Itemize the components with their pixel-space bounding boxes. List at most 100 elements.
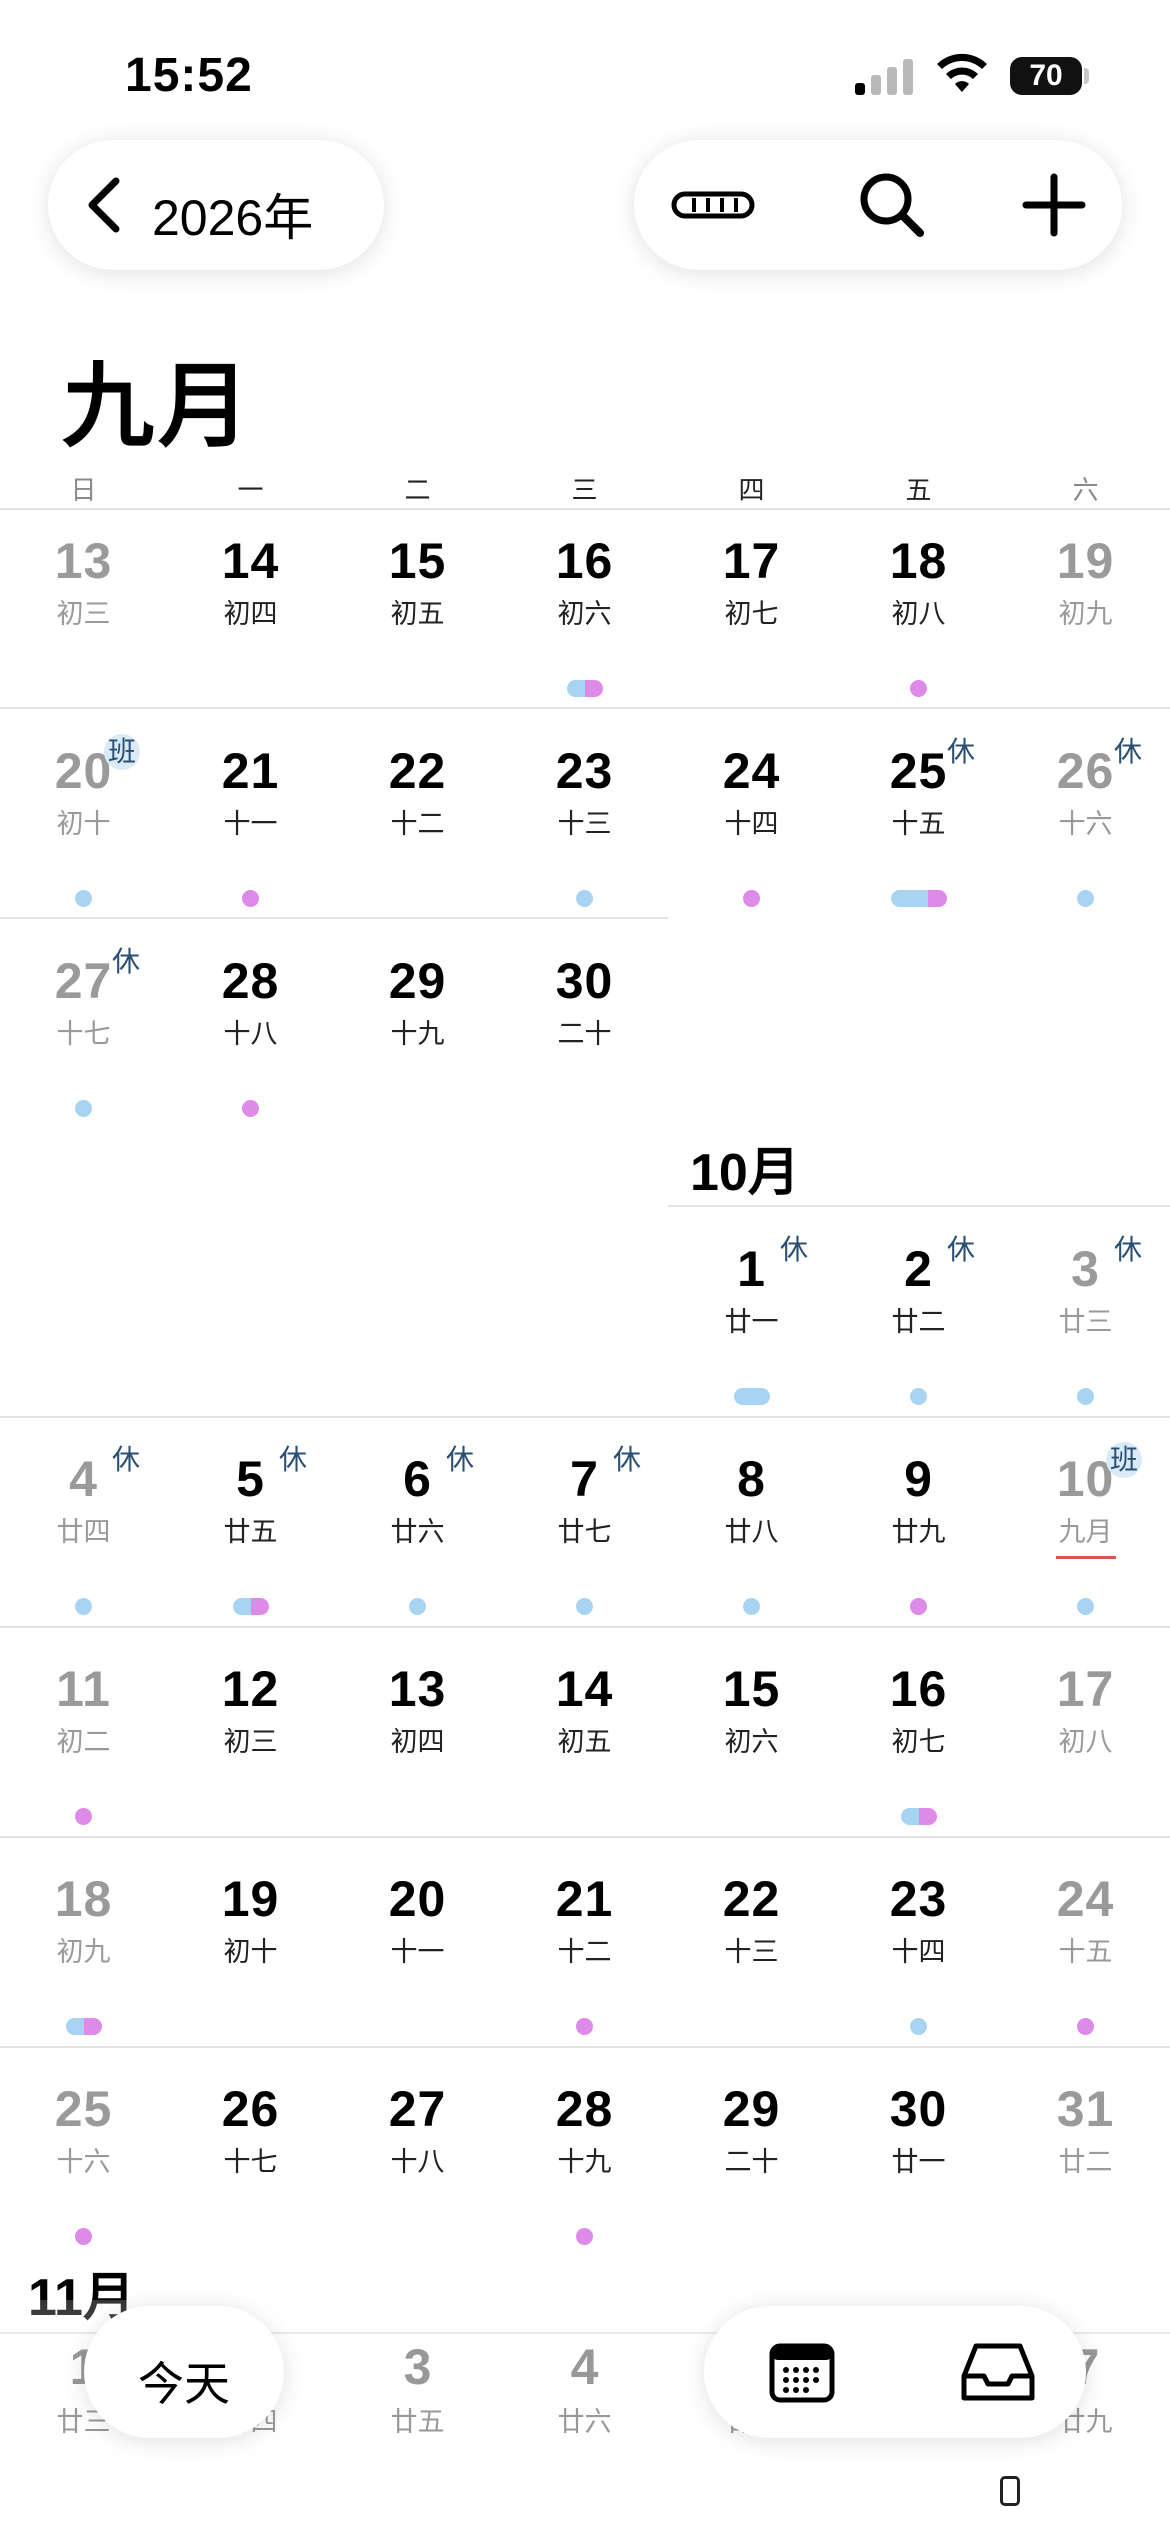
day-cell[interactable]: 23 十三 [501,720,668,930]
day-cell[interactable]: 25 十六 [0,2058,167,2268]
day-cell[interactable]: 21 十一 [167,720,334,930]
day-cell[interactable]: 15 初六 [668,1638,835,1848]
event-dot [576,2228,593,2245]
day-cell[interactable]: 2 廿二休 [835,1218,1002,1428]
day-cell[interactable]: 3 廿三休 [1002,1218,1169,1428]
day-cell[interactable]: 31 廿二 [1002,2058,1169,2268]
lunar-date: 廿五 [390,2407,445,2437]
day-cell[interactable]: 28 十九 [501,2058,668,2268]
search-icon[interactable] [852,165,932,245]
day-cell[interactable]: 7 廿七休 [501,1428,668,1638]
day-cell[interactable]: 15 初五 [334,510,501,720]
day-cell[interactable]: 27 十七休 [0,930,167,1140]
event-dot [75,1808,92,1825]
day-number: 29 [388,953,447,1009]
day-cell[interactable]: 6 廿六休 [334,1428,501,1638]
day-cell[interactable]: 1 廿一休 [668,1218,835,1428]
day-number: 22 [722,1871,781,1927]
weekday-thu: 四 [738,475,765,505]
day-cell[interactable]: 29 二十 [668,2058,835,2268]
day-number: 12 [221,1661,280,1717]
day-number: 14 [221,533,280,589]
holiday-badge: 休 [445,1444,474,1475]
day-number: 27 [388,2081,447,2137]
day-cell[interactable]: 19 初十 [167,1848,334,2058]
lunar-date: 初十 [223,1937,278,1967]
day-cell[interactable]: 8 廿八 [668,1428,835,1638]
event-dot [743,890,760,907]
event-dot [910,1388,927,1405]
day-cell[interactable]: 23 十四 [835,1848,1002,2058]
inbox-icon[interactable] [958,2336,1038,2408]
day-cell[interactable]: 5 廿五休 [167,1428,334,1638]
day-cell[interactable]: 21 十二 [501,1848,668,2058]
event-dot [1077,1598,1094,1615]
add-icon[interactable] [1014,165,1094,245]
day-cell[interactable]: 24 十四 [668,720,835,930]
day-cell[interactable]: 26 十六休 [1002,720,1169,930]
day-cell[interactable]: 20 十一 [334,1848,501,2058]
event-dot [75,1100,92,1117]
day-number: 21 [221,743,280,799]
today-underline [1056,1556,1116,1559]
event-dot [75,2228,92,2245]
day-cell[interactable]: 18 初九 [0,1848,167,2058]
battery-icon: 70 [1010,57,1082,95]
day-number: 8 [737,1451,766,1507]
day-number: 29 [722,2081,781,2137]
view-toggle-icon[interactable] [668,165,758,245]
november-day-cell: 3 廿五 [334,2338,501,2439]
today-button[interactable]: 今天 [84,2306,284,2438]
lunar-date: 廿四 [56,1517,111,1547]
day-cell[interactable]: 14 初四 [167,510,334,720]
day-cell[interactable]: 24 十五 [1002,1848,1169,2058]
lunar-date: 初四 [390,1727,445,1757]
day-cell[interactable]: 27 十八 [334,2058,501,2268]
day-cell[interactable]: 28 十八 [167,930,334,1140]
event-dot [65,2018,102,2035]
day-cell[interactable]: 13 初三 [0,510,167,720]
day-cell[interactable]: 30 廿一 [835,2058,1002,2268]
day-cell[interactable]: 17 初八 [1002,1638,1169,1848]
lunar-date: 初八 [891,599,946,629]
event-dot [242,1100,259,1117]
day-cell[interactable]: 9 廿九 [835,1428,1002,1638]
day-cell[interactable]: 10 九月 班 [1002,1428,1169,1638]
day-cell[interactable]: 22 十三 [668,1848,835,2058]
month-title: 九月 [62,353,255,460]
event-dot [910,2018,927,2035]
day-cell[interactable]: 11 初二 [0,1638,167,1848]
day-number: 10 [1056,1451,1115,1507]
lunar-date: 廿九 [891,1517,946,1547]
day-cell[interactable]: 25 十五休 [835,720,1002,930]
event-dot [242,890,259,907]
day-cell[interactable]: 22 十二 [334,720,501,930]
day-cell[interactable]: 17 初七 [668,510,835,720]
lunar-date: 初五 [557,1727,612,1757]
event-dot [743,1598,760,1615]
year-back-button[interactable]: 2026年 [48,140,384,270]
event-dot [910,1598,927,1615]
day-number: 9 [904,1451,933,1507]
day-cell[interactable]: 18 初八 [835,510,1002,720]
day-number: 28 [221,953,280,1009]
event-dot [576,1598,593,1615]
day-cell[interactable]: 14 初五 [501,1638,668,1848]
day-cell[interactable]: 12 初三 [167,1638,334,1848]
day-cell[interactable]: 29 十九 [334,930,501,1140]
day-cell[interactable]: 20 初十 班 [0,720,167,930]
calendar-icon[interactable] [766,2336,838,2408]
lunar-date: 十七 [223,2147,278,2177]
lunar-date: 初七 [724,599,779,629]
day-cell[interactable]: 16 初六 [501,510,668,720]
day-cell[interactable]: 30 二十 [501,930,668,1140]
lunar-date: 十九 [390,1019,445,1049]
day-cell[interactable]: 26 十七 [167,2058,334,2268]
day-cell[interactable]: 16 初七 [835,1638,1002,1848]
day-cell[interactable]: 19 初九 [1002,510,1169,720]
today-label: 今天 [138,2358,230,2410]
row-divider [668,1205,1170,1207]
day-cell[interactable]: 13 初四 [334,1638,501,1848]
day-cell[interactable]: 4 廿四休 [0,1428,167,1638]
lunar-date: 十二 [390,809,445,839]
